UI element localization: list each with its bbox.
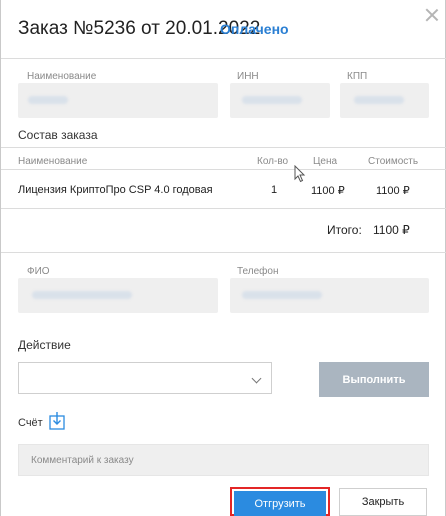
action-select[interactable] xyxy=(18,362,272,394)
action-label: Действие xyxy=(18,338,71,352)
table-cell-cost: 1100 ₽ xyxy=(376,185,410,197)
table-cell-name: Лицензия КриптоПро CSP 4.0 годовая xyxy=(18,184,213,196)
total-label: Итого: xyxy=(327,223,362,237)
payment-status-badge: Оплачено xyxy=(220,21,289,37)
company-name-field[interactable] xyxy=(18,83,218,118)
divider xyxy=(1,252,446,253)
redacted-value xyxy=(242,291,322,299)
phone-field[interactable] xyxy=(230,278,429,313)
kpp-label: КПП xyxy=(347,71,368,82)
column-name-header: Наименование xyxy=(18,156,88,167)
inn-label: ИНН xyxy=(237,71,259,82)
total-value: 1100 ₽ xyxy=(373,223,410,237)
divider xyxy=(1,58,446,59)
inn-field[interactable] xyxy=(230,83,330,118)
redacted-value xyxy=(28,96,68,104)
column-qty-header: Кол-во xyxy=(257,156,289,167)
close-icon[interactable] xyxy=(425,8,439,22)
redacted-value xyxy=(354,96,404,104)
redacted-value xyxy=(242,96,302,104)
comment-field[interactable]: Комментарий к заказу xyxy=(18,444,429,476)
execute-button[interactable]: Выполнить xyxy=(319,362,429,397)
redacted-value xyxy=(32,291,132,299)
download-icon[interactable] xyxy=(49,412,65,430)
fio-field[interactable] xyxy=(18,278,218,313)
fio-label: ФИО xyxy=(27,266,50,277)
divider xyxy=(1,208,446,209)
divider xyxy=(1,169,446,170)
company-name-label: Наименование xyxy=(27,71,97,82)
kpp-field[interactable] xyxy=(340,83,429,118)
column-price-header: Цена xyxy=(313,156,338,167)
table-cell-price: 1100 ₽ xyxy=(311,185,345,197)
phone-label: Телефон xyxy=(237,266,279,277)
invoice-label: Счёт xyxy=(18,417,43,429)
mouse-cursor-icon xyxy=(294,165,306,183)
column-cost-header: Стоимость xyxy=(368,156,419,167)
order-section-title: Состав заказа xyxy=(18,128,98,142)
order-dialog: Заказ №5236 от 20.01.2022 Оплачено Наиме… xyxy=(0,0,446,516)
divider xyxy=(1,147,446,148)
close-button[interactable]: Закрыть xyxy=(339,488,427,516)
ship-button[interactable]: Отгрузить xyxy=(234,491,326,516)
table-cell-qty: 1 xyxy=(271,184,278,196)
